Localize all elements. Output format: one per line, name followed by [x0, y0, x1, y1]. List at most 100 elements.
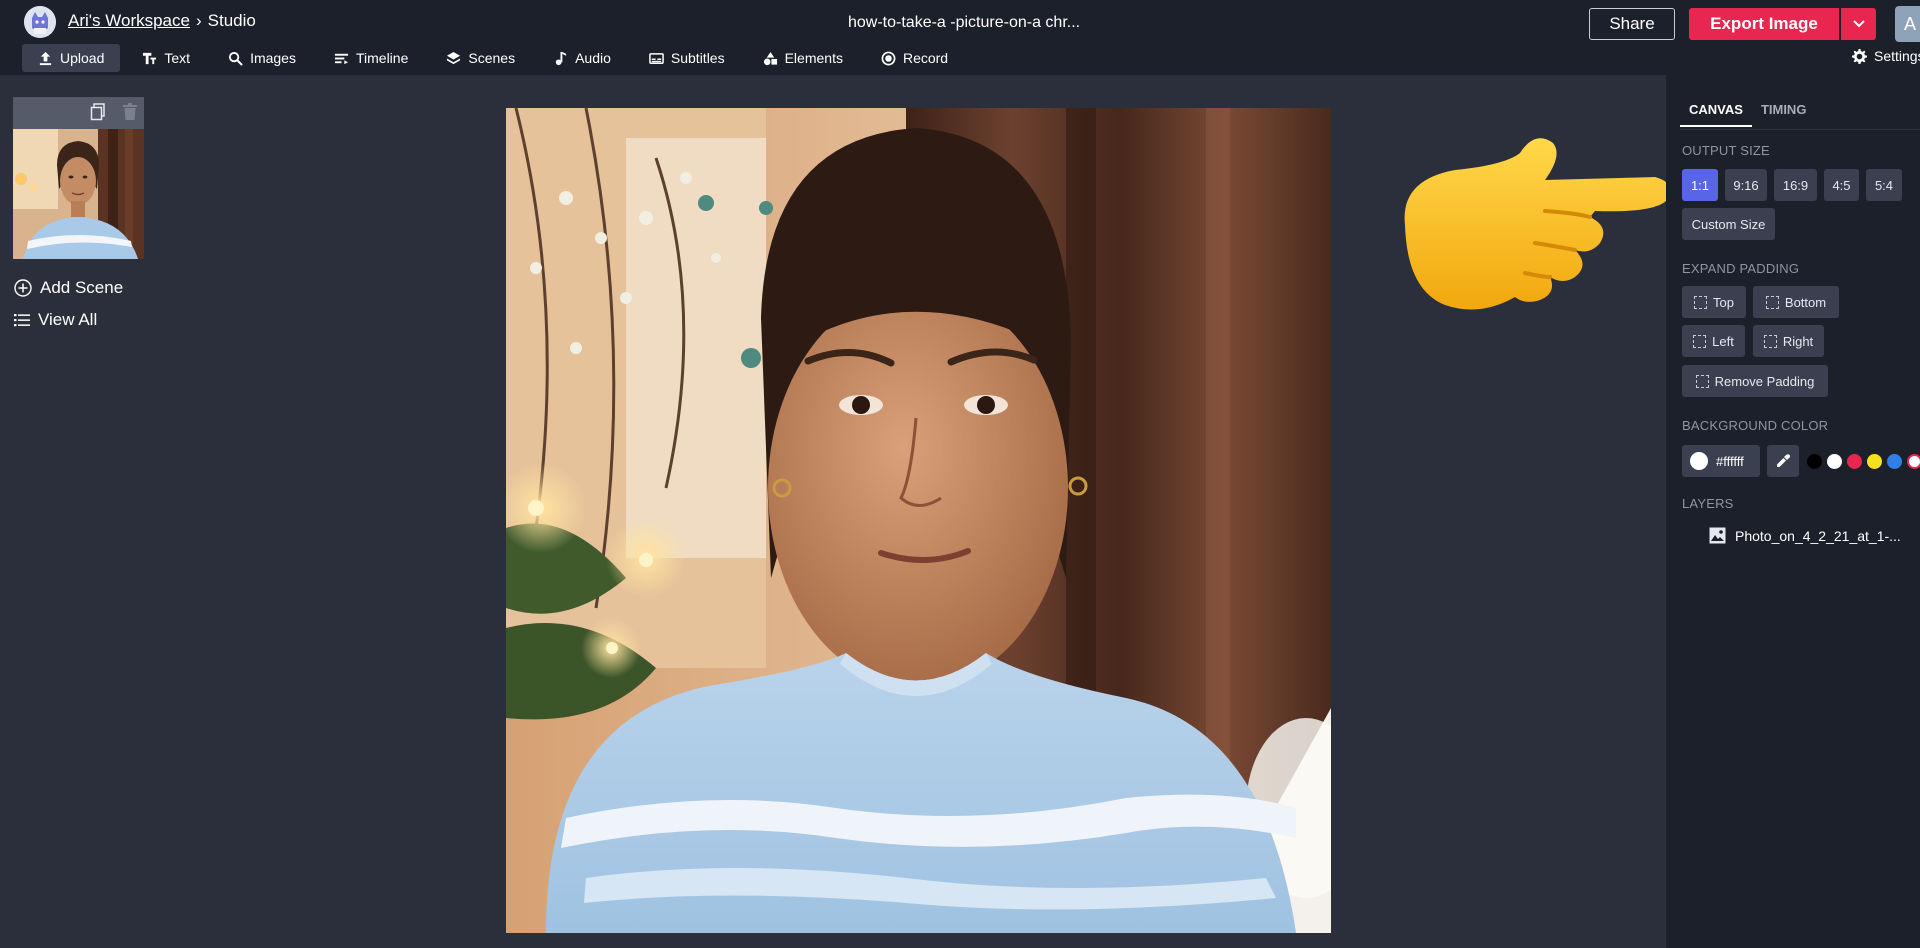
layer-name: Photo_on_4_2_21_at_1-... — [1735, 527, 1901, 544]
tool-scenes-label: Scenes — [468, 50, 516, 66]
layer-item[interactable]: Photo_on_4_2_21_at_1-... — [1709, 527, 1901, 544]
pad-bottom-label: Bottom — [1784, 294, 1827, 310]
pad-left-button[interactable]: Left — [1682, 325, 1745, 357]
tool-elements-label: Elements — [784, 50, 843, 66]
tool-text-label: Text — [164, 50, 191, 66]
view-all-scenes-button[interactable]: View All — [14, 310, 97, 330]
eyedropper-icon — [1777, 454, 1790, 467]
plus-circle-icon — [14, 279, 32, 297]
list-icon — [14, 314, 30, 327]
shapes-icon — [763, 51, 777, 65]
export-options-button[interactable] — [1841, 8, 1876, 40]
workspace-link[interactable]: Ari's Workspace — [68, 11, 190, 31]
size-4-5-button[interactable]: 4:5 — [1824, 169, 1859, 201]
pad-top-label: Top — [1713, 294, 1734, 310]
pad-right-label: Right — [1782, 333, 1814, 349]
background-color-heading: BACKGROUND COLOR — [1682, 418, 1829, 433]
padding-icon — [1693, 334, 1707, 348]
scene-card[interactable] — [13, 97, 144, 259]
tool-subtitles[interactable]: Subtitles — [633, 44, 741, 72]
tabs-divider — [1680, 129, 1920, 130]
export-image-button[interactable]: Export Image — [1689, 8, 1839, 40]
swatch-blue[interactable] — [1887, 454, 1902, 469]
tool-audio[interactable]: Audio — [537, 44, 627, 72]
gear-icon — [1852, 48, 1867, 64]
tool-upload[interactable]: Upload — [22, 44, 121, 72]
main-toolbar: Upload Text Images Timeline Scenes Audio… — [22, 44, 970, 72]
tool-images-label: Images — [250, 50, 296, 66]
record-icon — [881, 51, 896, 65]
timeline-icon — [334, 53, 349, 64]
scene-card-actions — [90, 103, 138, 121]
account-button[interactable]: A — [1895, 6, 1920, 42]
tool-subtitles-label: Subtitles — [670, 50, 725, 66]
background-color-value: #ffffff — [1716, 453, 1744, 469]
remove-padding-label: Remove Padding — [1714, 373, 1815, 389]
tool-text[interactable]: Text — [126, 44, 206, 72]
tool-timeline[interactable]: Timeline — [318, 44, 424, 72]
layers-icon — [447, 51, 461, 64]
tool-images[interactable]: Images — [212, 44, 312, 72]
selfie-photo[interactable] — [506, 108, 1331, 933]
custom-size-button[interactable]: Custom Size — [1682, 208, 1775, 240]
tab-timing[interactable]: TIMING — [1752, 102, 1816, 127]
size-5-4-button[interactable]: 5:4 — [1866, 169, 1902, 201]
swatch-black[interactable] — [1807, 454, 1822, 469]
background-color-picker[interactable]: #ffffff — [1682, 445, 1760, 477]
remove-padding-button[interactable]: Remove Padding — [1682, 365, 1828, 397]
swatch-yellow[interactable] — [1867, 454, 1882, 469]
image-icon — [1709, 527, 1726, 544]
swatch-white[interactable] — [1827, 454, 1842, 469]
pad-right-button[interactable]: Right — [1753, 325, 1824, 357]
pad-top-button[interactable]: Top — [1682, 286, 1746, 318]
properties-panel: CANVAS TIMING OUTPUT SIZE 1:1 9:16 16:9 … — [1666, 75, 1920, 948]
breadcrumb-current: Studio — [207, 11, 256, 30]
top-bar: Ari's Workspace › Studio how-to-take-a -… — [0, 0, 1920, 75]
tab-canvas[interactable]: CANVAS — [1680, 102, 1752, 127]
breadcrumb-separator: › — [195, 11, 202, 30]
tool-record-label: Record — [902, 50, 949, 66]
trash-icon[interactable] — [122, 103, 138, 121]
expand-padding-heading: EXPAND PADDING — [1682, 261, 1800, 276]
layers-heading: LAYERS — [1682, 496, 1734, 511]
tool-scenes[interactable]: Scenes — [430, 44, 531, 72]
tool-audio-label: Audio — [575, 50, 611, 66]
tool-record[interactable]: Record — [865, 44, 964, 72]
workspace-logo[interactable] — [24, 6, 56, 38]
padding-icon — [1695, 374, 1709, 388]
breadcrumb: Ari's Workspace › Studio — [68, 11, 256, 31]
music-note-icon — [555, 51, 567, 65]
current-color-swatch — [1690, 452, 1708, 470]
swatch-red[interactable] — [1847, 454, 1862, 469]
output-size-heading: OUTPUT SIZE — [1682, 143, 1770, 158]
chevron-down-icon — [1852, 20, 1865, 28]
padding-icon — [1763, 334, 1777, 348]
upload-icon — [39, 51, 52, 65]
subtitles-icon — [649, 52, 664, 64]
size-16-9-button[interactable]: 16:9 — [1774, 169, 1817, 201]
eyedropper-button[interactable] — [1767, 445, 1799, 477]
tool-upload-label: Upload — [60, 50, 105, 66]
padding-icon — [1765, 295, 1779, 309]
size-9-16-button[interactable]: 9:16 — [1725, 169, 1767, 201]
tool-timeline-label: Timeline — [355, 50, 409, 66]
view-all-label: View All — [38, 310, 98, 329]
share-button[interactable]: Share — [1589, 8, 1675, 40]
size-1-1-button[interactable]: 1:1 — [1682, 169, 1718, 201]
swatch-transparent[interactable] — [1907, 454, 1920, 469]
padding-icon — [1694, 295, 1708, 309]
pointing-hand-icon — [1404, 138, 1671, 310]
color-swatches — [1807, 454, 1920, 469]
search-icon — [229, 51, 243, 66]
add-scene-label: Add Scene — [40, 278, 124, 297]
pad-bottom-button[interactable]: Bottom — [1753, 286, 1839, 318]
settings-button[interactable]: Settings — [1852, 48, 1920, 64]
tool-elements[interactable]: Elements — [747, 44, 859, 72]
text-icon — [143, 52, 157, 64]
document-title[interactable]: how-to-take-a -picture-on-a chr... — [848, 14, 1080, 32]
scene-thumbnail[interactable] — [13, 129, 144, 259]
panel-tabs: CANVAS TIMING — [1680, 102, 1815, 127]
duplicate-icon[interactable] — [90, 103, 106, 121]
add-scene-button[interactable]: Add Scene — [14, 278, 123, 298]
editor-canvas[interactable] — [506, 108, 1331, 933]
